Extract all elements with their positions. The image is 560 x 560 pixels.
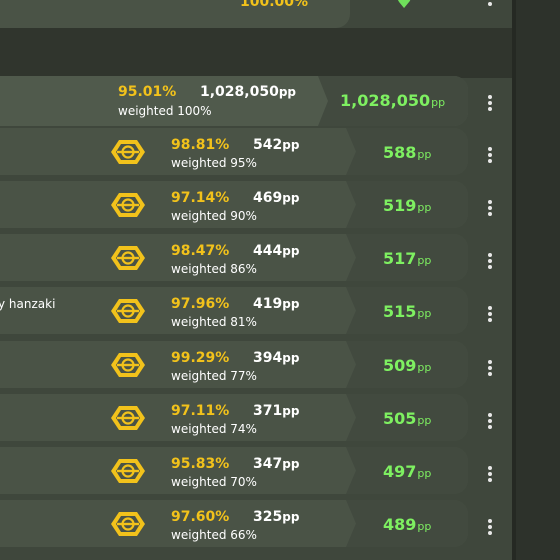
- pp-value: 497pp: [383, 462, 432, 481]
- hexagon-mod-icon: [110, 511, 146, 537]
- pp-value: 489pp: [383, 515, 432, 534]
- hexagon-mod-icon: [110, 192, 146, 218]
- more-vertical-icon[interactable]: [484, 360, 496, 376]
- accuracy-value: 99.29%: [171, 350, 230, 366]
- weighted-label: weighted 100%: [118, 104, 212, 118]
- raw-pp: 542pp: [253, 137, 300, 153]
- accuracy-value: 100.00%: [240, 0, 309, 10]
- more-vertical-icon[interactable]: [484, 200, 496, 216]
- more-vertical-icon[interactable]: [484, 95, 496, 111]
- hexagon-mod-icon: [110, 298, 146, 324]
- hexagon-mod-icon: [110, 139, 146, 165]
- pp-value: 505pp: [383, 409, 432, 428]
- score-row[interactable]: 97.60% 325pp weighted 66% 489pp: [0, 500, 468, 547]
- score-row[interactable]: 97.11% 371pp weighted 74% 505pp: [0, 394, 468, 441]
- accuracy-value: 95.83%: [171, 456, 230, 472]
- more-vertical-icon[interactable]: [484, 519, 496, 535]
- pp-value: 517pp: [383, 249, 432, 268]
- right-sidebar: [512, 0, 560, 560]
- weighted-label: weighted 66%: [171, 528, 257, 542]
- total-pp: 1,028,050pp: [340, 91, 446, 110]
- accuracy-value: 97.11%: [171, 403, 230, 419]
- section-divider: [0, 28, 512, 78]
- accuracy-value: 95.01%: [118, 84, 177, 100]
- weighted-label: weighted 74%: [171, 422, 257, 436]
- hexagon-mod-icon: [110, 458, 146, 484]
- pp-value: 509pp: [383, 356, 432, 375]
- pp-value: 588pp: [383, 143, 432, 162]
- more-vertical-icon[interactable]: [484, 253, 496, 269]
- pp-value: 515pp: [383, 302, 432, 321]
- more-vertical-icon[interactable]: [484, 0, 496, 6]
- score-row[interactable]: 98.81% 542pp weighted 95% 588pp: [0, 128, 468, 175]
- hexagon-mod-icon: [110, 405, 146, 431]
- more-vertical-icon[interactable]: [484, 147, 496, 163]
- hexagon-mod-icon: [110, 245, 146, 271]
- weighted-label: weighted 95%: [171, 156, 257, 170]
- accuracy-value: 97.14%: [171, 190, 230, 206]
- weighted-label: weighted 90%: [171, 209, 257, 223]
- score-row[interactable]: 99.29% 394pp weighted 77% 509pp: [0, 341, 468, 388]
- raw-pp: 347pp: [253, 456, 300, 472]
- weighted-label: weighted 77%: [171, 369, 257, 383]
- panel-edge: [512, 0, 516, 560]
- weighted-label: weighted 81%: [171, 315, 257, 329]
- score-row[interactable]: 97.14% 469pp weighted 90% 519pp: [0, 181, 468, 228]
- accuracy-value: 97.96%: [171, 296, 230, 312]
- score-row[interactable]: 98.47% 444pp weighted 86% 517pp: [0, 234, 468, 281]
- accuracy-value: 97.60%: [171, 509, 230, 525]
- weighted-label: weighted 70%: [171, 475, 257, 489]
- more-vertical-icon[interactable]: [484, 466, 496, 482]
- pp-value: 519pp: [383, 196, 432, 215]
- raw-pp: 469pp: [253, 190, 300, 206]
- score-row[interactable]: y hanzaki 97.96% 419pp weighted 81% 515pp: [0, 287, 468, 334]
- hexagon-mod-icon: [110, 352, 146, 378]
- raw-pp: 444pp: [253, 243, 300, 259]
- top-section: 100.00% ♥: [0, 0, 512, 28]
- summary-row[interactable]: 95.01% 1,028,050pp weighted 100% 1,028,0…: [0, 76, 468, 126]
- raw-pp: 371pp: [253, 403, 300, 419]
- more-vertical-icon[interactable]: [484, 306, 496, 322]
- raw-pp: 394pp: [253, 350, 300, 366]
- score-row[interactable]: 95.83% 347pp weighted 70% 497pp: [0, 447, 468, 494]
- raw-pp: 419pp: [253, 296, 300, 312]
- raw-pp: 325pp: [253, 509, 300, 525]
- more-vertical-icon[interactable]: [484, 413, 496, 429]
- heart-icon[interactable]: ♥: [396, 0, 412, 12]
- accuracy-value: 98.47%: [171, 243, 230, 259]
- beatmap-mapper: y hanzaki: [0, 297, 56, 311]
- raw-pp: 1,028,050pp: [200, 84, 297, 100]
- weighted-label: weighted 86%: [171, 262, 257, 276]
- accuracy-value: 98.81%: [171, 137, 230, 153]
